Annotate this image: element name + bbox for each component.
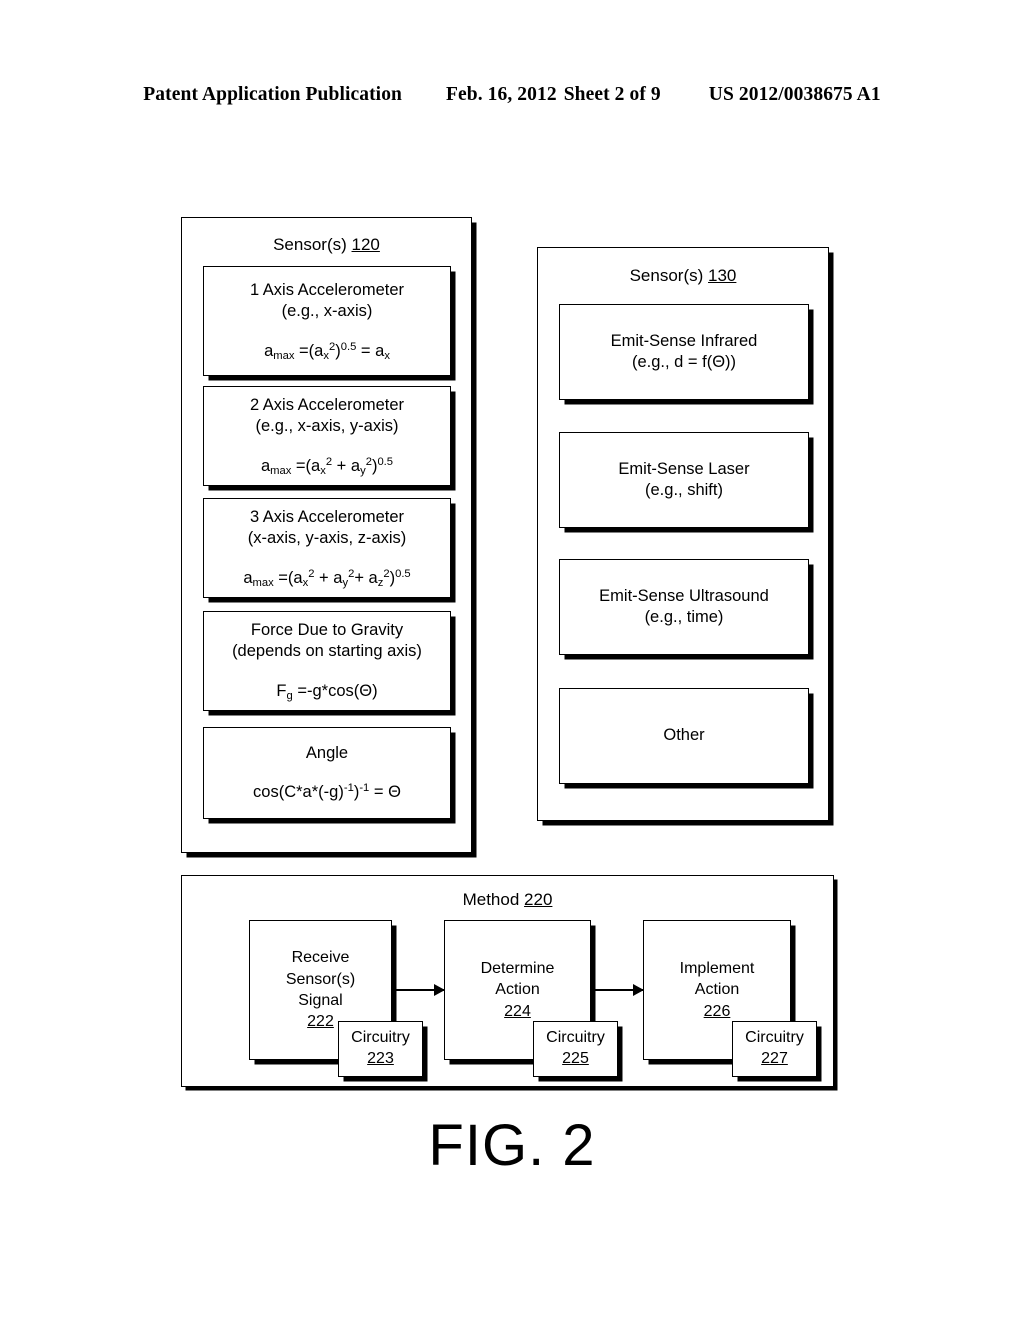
method-220-container: Method 220 Receive Sensor(s) Signal 222 …: [181, 875, 834, 1087]
card-title: 1 Axis Accelerometer: [249, 281, 405, 300]
circuitry-label: Circuitry: [745, 1029, 804, 1047]
card-formula: amax =(ax2 + ay2+ az2)0.5: [243, 567, 411, 589]
card-1-axis-accelerometer: 1 Axis Accelerometer (e.g., x-axis) amax…: [203, 266, 451, 376]
card-emit-sense-infrared: Emit-Sense Infrared (e.g., d = f(Θ)): [559, 304, 809, 400]
circuitry-reference-numeral: 225: [562, 1050, 589, 1067]
sensors-130-container: Sensor(s) 130 Emit-Sense Infrared (e.g.,…: [537, 247, 829, 821]
card-title: Emit-Sense Ultrasound: [599, 586, 769, 605]
step-line-1: Receive: [291, 949, 350, 967]
circuitry-227-box: Circuitry 227: [732, 1021, 817, 1077]
card-2-axis-accelerometer: 2 Axis Accelerometer (e.g., x-axis, y-ax…: [203, 386, 451, 486]
card-subtitle: (e.g., x-axis, y-axis): [255, 417, 399, 436]
circuitry-reference-numeral: 223: [367, 1050, 394, 1067]
card-formula: Fg =-g*cos(Θ): [276, 681, 378, 702]
sensors-120-title: Sensor(s) 120: [182, 235, 471, 255]
method-220-reference-numeral: 220: [524, 890, 553, 909]
card-formula: cos(C*a*(-g)-1)-1 = Θ: [253, 782, 401, 801]
card-angle: Angle cos(C*a*(-g)-1)-1 = Θ: [203, 727, 451, 819]
card-force-due-to-gravity: Force Due to Gravity (depends on startin…: [203, 611, 451, 711]
card-emit-sense-laser: Emit-Sense Laser (e.g., shift): [559, 432, 809, 528]
step-reference-numeral: 224: [504, 1002, 531, 1020]
card-subtitle: (x-axis, y-axis, z-axis): [247, 529, 407, 548]
card-formula: amax =(ax2 + ay2)0.5: [260, 455, 394, 477]
sensors-120-title-text: Sensor(s): [273, 235, 352, 254]
step-line-1: Determine: [480, 959, 555, 977]
circuitry-label: Circuitry: [351, 1029, 410, 1047]
card-subtitle: (e.g., d = f(Θ)): [631, 353, 737, 371]
card-title: Force Due to Gravity: [250, 621, 404, 640]
step-line-1: Implement: [679, 959, 755, 977]
step-line-2: Sensor(s): [285, 970, 356, 988]
arrow-determine-to-implement: [591, 989, 643, 991]
header-sheet-number: Sheet 2 of 9: [563, 84, 661, 105]
card-emit-sense-ultrasound: Emit-Sense Ultrasound (e.g., time): [559, 559, 809, 655]
card-title: 2 Axis Accelerometer: [249, 396, 405, 415]
page-header: Patent Application Publication Feb. 16, …: [0, 84, 1024, 106]
card-subtitle: (e.g., time): [644, 608, 724, 626]
card-formula: amax =(ax2)0.5 = ax: [264, 340, 390, 362]
sensors-130-title: Sensor(s) 130: [538, 266, 828, 286]
circuitry-reference-numeral: 227: [761, 1050, 788, 1067]
header-patent-number: US 2012/0038675 A1: [708, 84, 881, 105]
circuitry-223-box: Circuitry 223: [338, 1021, 423, 1077]
card-subtitle: (depends on starting axis): [232, 642, 422, 661]
step-reference-numeral: 226: [703, 1002, 731, 1020]
arrow-receive-to-determine: [392, 989, 444, 991]
sensors-120-container: Sensor(s) 120 1 Axis Accelerometer (e.g.…: [181, 217, 472, 853]
card-title: Emit-Sense Infrared: [610, 331, 758, 350]
sensors-130-title-text: Sensor(s): [629, 266, 709, 285]
step-line-2: Action: [694, 981, 740, 999]
sensors-120-reference-numeral: 120: [351, 235, 380, 254]
step-line-3: Signal: [298, 992, 343, 1009]
card-title: 3 Axis Accelerometer: [249, 508, 405, 527]
sensors-130-reference-numeral: 130: [708, 266, 737, 285]
figure-caption: FIG. 2: [428, 1113, 596, 1178]
card-subtitle: (e.g., x-axis): [281, 302, 373, 321]
step-reference-numeral: 222: [307, 1013, 334, 1031]
circuitry-225-box: Circuitry 225: [533, 1021, 618, 1077]
header-publication-title: Patent Application Publication: [143, 84, 402, 105]
method-220-title: Method 220: [182, 890, 833, 910]
card-subtitle: (e.g., shift): [645, 481, 723, 499]
card-3-axis-accelerometer: 3 Axis Accelerometer (x-axis, y-axis, z-…: [203, 498, 451, 598]
circuitry-label: Circuitry: [546, 1029, 605, 1047]
card-title: Angle: [305, 743, 349, 762]
header-date: Feb. 16, 2012: [446, 84, 557, 105]
card-other: Other: [559, 688, 809, 784]
step-line-2: Action: [495, 981, 540, 999]
method-220-title-text: Method: [462, 890, 525, 909]
card-title: Emit-Sense Laser: [618, 459, 750, 478]
card-title: Other: [663, 726, 705, 745]
